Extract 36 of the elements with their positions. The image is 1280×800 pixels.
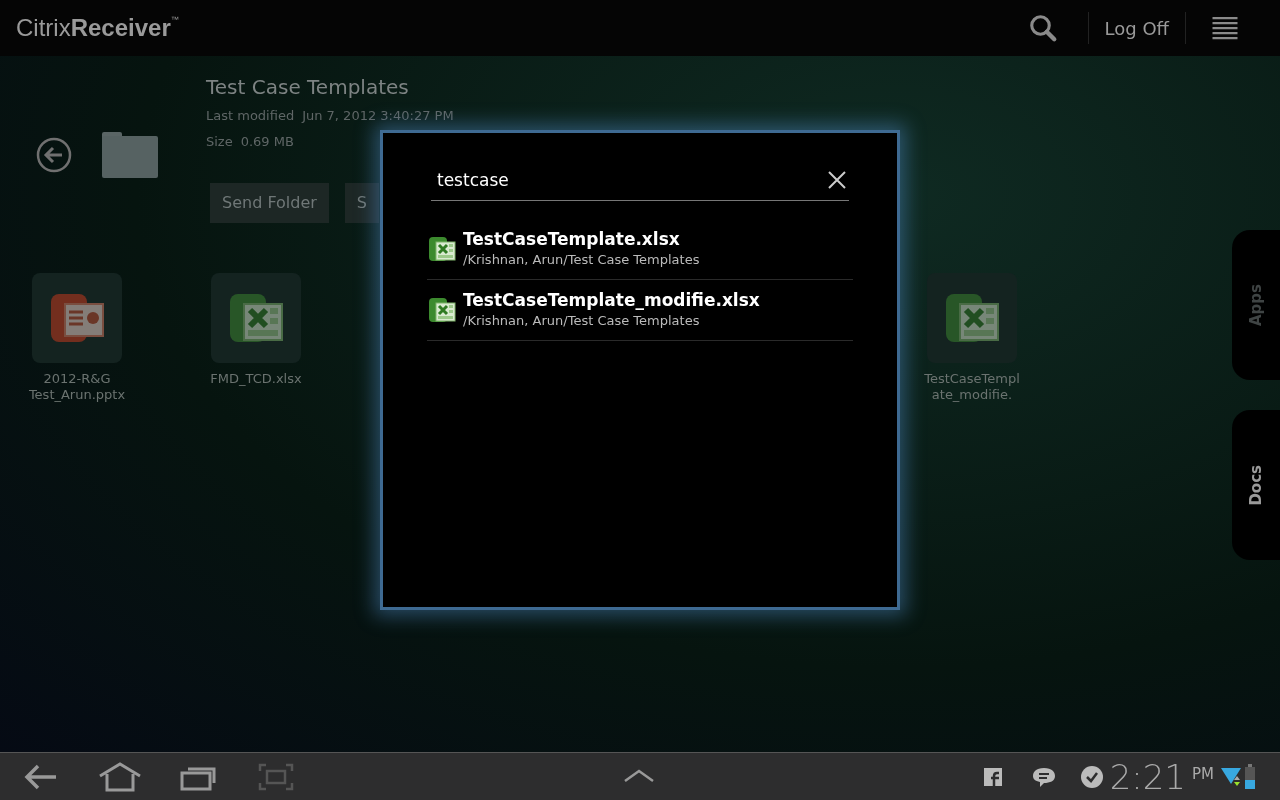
side-tab[interactable]: Docs [1232, 410, 1280, 560]
back-icon[interactable] [24, 762, 58, 791]
size-label: Size [206, 132, 233, 151]
back-circle-icon[interactable] [36, 137, 72, 173]
search-result[interactable]: TestCaseTemplate.xlsx /Krishnan, Arun/Test Case Templates [427, 219, 853, 280]
folder-icon [102, 132, 158, 178]
modified-value: Jun 7, 2012 3:40:27 PM [302, 107, 454, 125]
file-name: FMD_TCD.xlsx [209, 371, 303, 387]
file-tile[interactable] [927, 273, 1017, 363]
clock-ampm: PM [1192, 764, 1214, 785]
clock-time: 2:21 [1109, 759, 1186, 794]
search-result[interactable]: TestCaseTemplate_modifie.xlsx /Krishnan, Arun/Test Case Templates [427, 280, 853, 341]
chat-bubble-icon[interactable] [1031, 765, 1056, 788]
result-path: /Krishnan, Arun/Test Case Templates [463, 312, 701, 331]
folder-title: Test Case Templates [206, 74, 410, 101]
spreadsheet-icon [427, 234, 457, 264]
spreadsheet-icon [427, 295, 457, 325]
file-tile[interactable] [32, 273, 122, 363]
file-name: 2012-R&G Test_Arun.pptx [27, 371, 127, 403]
search-field[interactable]: testcase [431, 159, 849, 201]
check-bubble-icon[interactable] [1079, 764, 1104, 789]
app-logo: CitrixReceiver™ [16, 13, 179, 43]
home-icon[interactable] [98, 761, 142, 792]
close-icon[interactable] [827, 170, 847, 190]
result-name: TestCaseTemplate_modifie.xlsx [463, 289, 760, 312]
file-name: TestCaseTempl ate_modifie. [923, 371, 1021, 403]
battery-icon [1244, 763, 1256, 790]
log-off-button[interactable]: Log Off [1088, 14, 1185, 42]
result-path: /Krishnan, Arun/Test Case Templates [463, 251, 700, 270]
caret-up-icon[interactable] [623, 769, 655, 783]
search-icon[interactable] [1027, 13, 1058, 43]
social-square-icon[interactable] [983, 767, 1002, 786]
file-tile[interactable] [211, 273, 301, 363]
modified-label: Last modified [206, 107, 295, 125]
result-name: TestCaseTemplate.xlsx [463, 228, 681, 251]
size-value: 0.69 MB [240, 132, 294, 151]
